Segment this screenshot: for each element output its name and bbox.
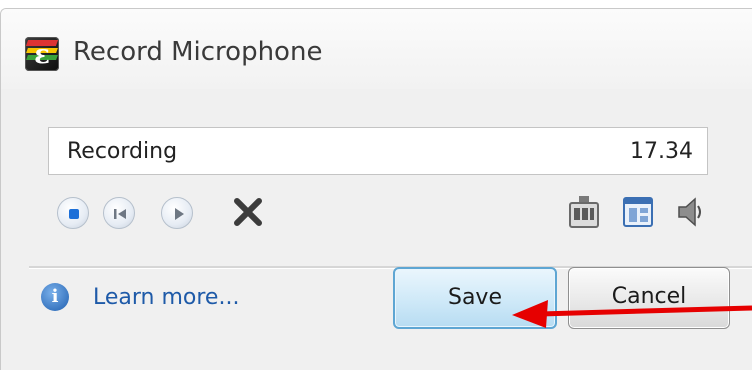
window-title: Record Microphone [73, 37, 323, 67]
stop-button[interactable] [57, 197, 89, 229]
speaker-icon [678, 197, 701, 227]
save-button[interactable]: Save [393, 267, 557, 329]
record-microphone-dialog: ε Record Microphone Recording 17.34 i Le… [0, 8, 752, 370]
play-icon [175, 208, 184, 220]
title-bar: ε Record Microphone [1, 9, 752, 89]
recording-name: Recording [67, 139, 178, 164]
app-logo-icon: ε [25, 37, 59, 71]
speaker-button[interactable] [673, 194, 707, 230]
learn-more-link[interactable]: Learn more... [93, 285, 239, 310]
recording-time: 17.34 [630, 139, 693, 164]
delete-icon [234, 198, 262, 226]
delete-button[interactable] [231, 195, 265, 233]
panel-button[interactable] [621, 194, 655, 230]
device-settings-button[interactable] [567, 194, 601, 230]
cancel-button[interactable]: Cancel [568, 267, 730, 329]
stop-icon [69, 209, 79, 219]
recording-name-field[interactable]: Recording 17.34 [48, 127, 708, 175]
panel-icon [623, 197, 653, 227]
device-settings-icon [569, 196, 599, 228]
skip-back-icon [114, 209, 126, 219]
info-icon: i [41, 283, 69, 311]
play-button[interactable] [161, 197, 193, 229]
skip-back-button[interactable] [103, 197, 135, 229]
